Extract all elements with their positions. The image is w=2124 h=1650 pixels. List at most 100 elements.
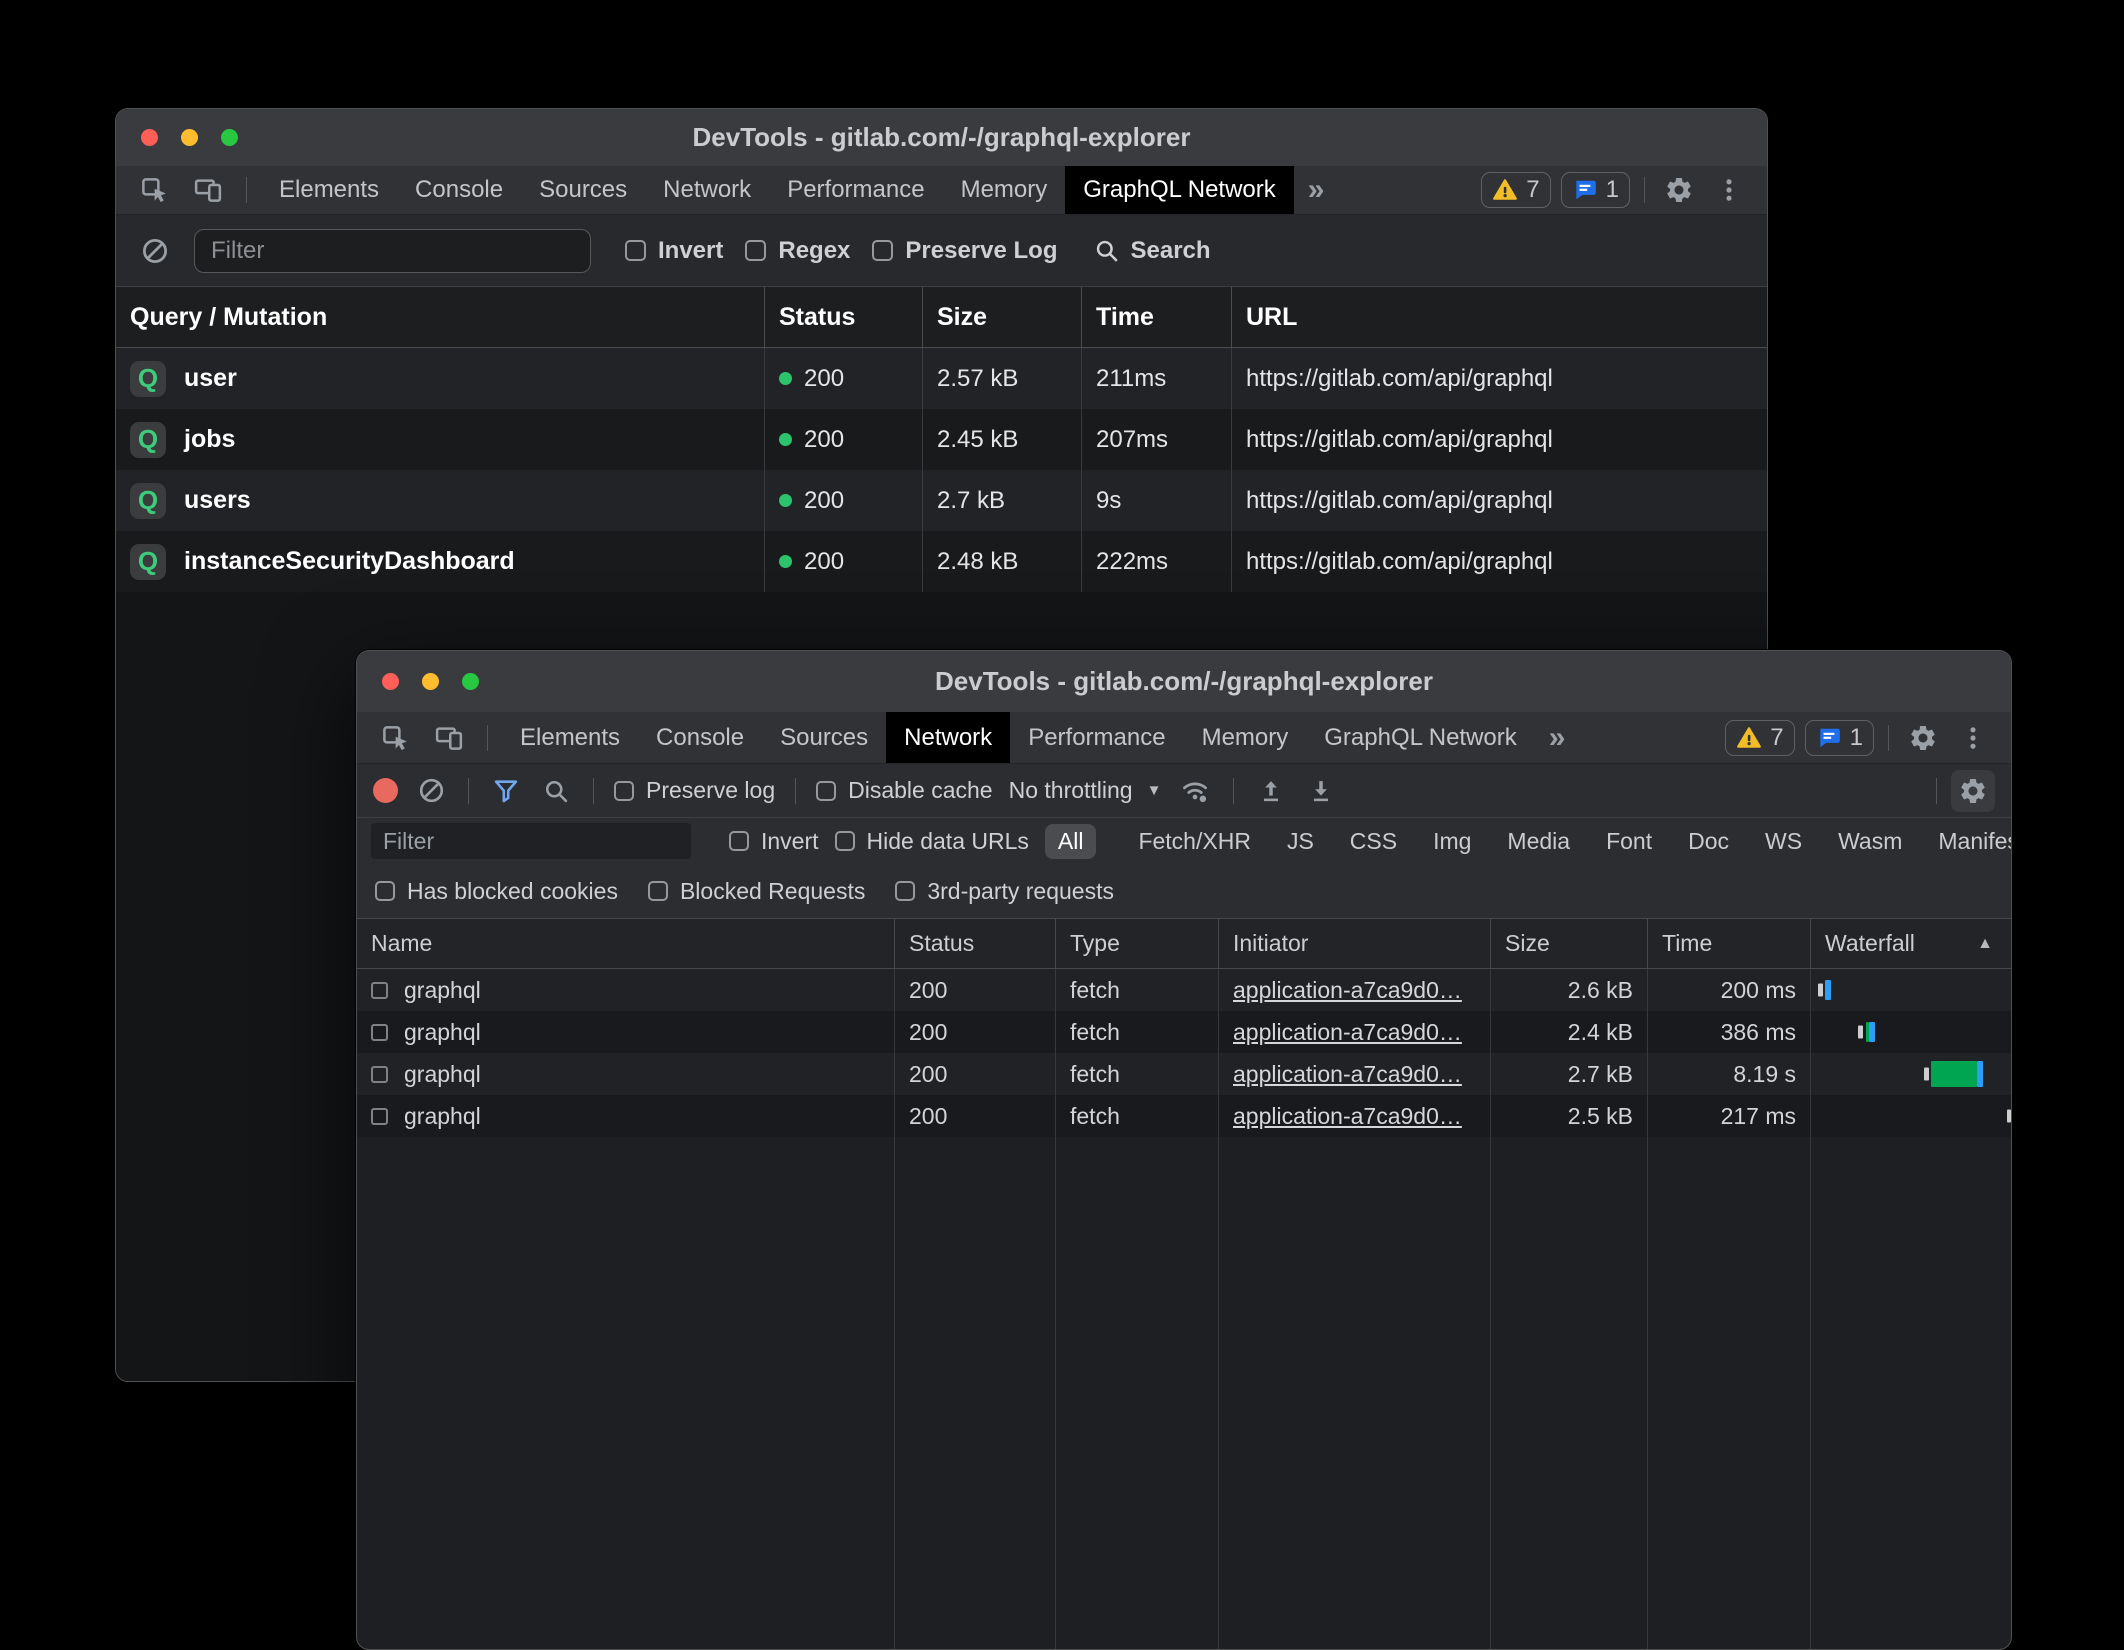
tab-network[interactable]: Network bbox=[886, 712, 1010, 763]
column-header-size[interactable]: Size bbox=[923, 287, 1082, 347]
titlebar[interactable]: DevTools - gitlab.com/-/graphql-explorer bbox=[116, 109, 1767, 166]
throttling-dropdown[interactable]: No throttling ▼ bbox=[1009, 777, 1162, 804]
column-header-type[interactable]: Type bbox=[1056, 919, 1219, 968]
tab-memory[interactable]: Memory bbox=[943, 166, 1066, 214]
invert-checkbox[interactable] bbox=[625, 240, 646, 261]
has-blocked-cookies-checkbox[interactable] bbox=[375, 881, 395, 901]
issues-badge[interactable]: 1 bbox=[1561, 172, 1630, 208]
tab-performance[interactable]: Performance bbox=[769, 166, 942, 214]
preserve-log-checkbox-group[interactable]: Preserve Log bbox=[872, 237, 1057, 265]
tab-network[interactable]: Network bbox=[645, 166, 769, 214]
issues-badge[interactable]: 1 bbox=[1805, 720, 1874, 756]
filter-input[interactable] bbox=[194, 229, 591, 273]
filter-chip-all[interactable]: All bbox=[1045, 824, 1097, 859]
close-window-button[interactable] bbox=[382, 673, 399, 690]
minimize-window-button[interactable] bbox=[181, 129, 198, 146]
settings-gear-icon[interactable] bbox=[1659, 171, 1699, 209]
has-blocked-cookies-checkbox-group[interactable]: Has blocked cookies bbox=[375, 878, 618, 905]
more-tabs-chevron-icon[interactable]: » bbox=[1294, 166, 1339, 214]
inspect-element-icon[interactable] bbox=[134, 171, 174, 209]
initiator-link[interactable]: application-a7ca9d0… bbox=[1233, 1019, 1462, 1046]
filter-chip-media[interactable]: Media bbox=[1497, 824, 1580, 859]
search-icon[interactable] bbox=[539, 772, 573, 810]
column-header-status[interactable]: Status bbox=[765, 287, 923, 347]
network-request-row[interactable]: graphql 200 fetch application-a7ca9d0… 2… bbox=[357, 969, 2011, 1011]
third-party-requests-checkbox-group[interactable]: 3rd-party requests bbox=[895, 878, 1114, 905]
zoom-window-button[interactable] bbox=[462, 673, 479, 690]
column-header-waterfall[interactable]: Waterfall ▲ bbox=[1811, 919, 2011, 968]
preserve-log-checkbox-group[interactable]: Preserve log bbox=[614, 777, 775, 804]
column-header-initiator[interactable]: Initiator bbox=[1219, 919, 1491, 968]
network-conditions-icon[interactable] bbox=[1177, 772, 1213, 810]
table-row[interactable]: Quser 200 2.57 kB 211ms https://gitlab.c… bbox=[116, 348, 1767, 409]
clear-network-log-icon[interactable] bbox=[414, 772, 448, 810]
tab-performance[interactable]: Performance bbox=[1010, 712, 1183, 763]
tab-console[interactable]: Console bbox=[638, 712, 762, 763]
inspect-element-icon[interactable] bbox=[375, 719, 415, 757]
column-header-time[interactable]: Time bbox=[1082, 287, 1232, 347]
third-party-requests-checkbox[interactable] bbox=[895, 881, 915, 901]
filter-chip-doc[interactable]: Doc bbox=[1678, 824, 1739, 859]
filter-chip-css[interactable]: CSS bbox=[1340, 824, 1407, 859]
initiator-link[interactable]: application-a7ca9d0… bbox=[1233, 977, 1462, 1004]
row-checkbox[interactable] bbox=[371, 982, 388, 999]
hide-data-urls-checkbox[interactable] bbox=[835, 831, 855, 851]
import-har-icon[interactable] bbox=[1254, 772, 1288, 810]
column-header-size[interactable]: Size bbox=[1491, 919, 1648, 968]
minimize-window-button[interactable] bbox=[422, 673, 439, 690]
column-header-url[interactable]: URL bbox=[1232, 287, 1767, 347]
invert-checkbox-group[interactable]: Invert bbox=[729, 828, 819, 855]
blocked-requests-checkbox-group[interactable]: Blocked Requests bbox=[648, 878, 865, 905]
column-header-time[interactable]: Time bbox=[1648, 919, 1811, 968]
device-toolbar-icon[interactable] bbox=[188, 171, 228, 209]
initiator-link[interactable]: application-a7ca9d0… bbox=[1233, 1061, 1462, 1088]
table-row[interactable]: QinstanceSecurityDashboard 200 2.48 kB 2… bbox=[116, 531, 1767, 592]
disable-cache-checkbox-group[interactable]: Disable cache bbox=[816, 777, 992, 804]
export-har-icon[interactable] bbox=[1304, 772, 1338, 810]
blocked-requests-checkbox[interactable] bbox=[648, 881, 668, 901]
kebab-menu-icon[interactable] bbox=[1953, 719, 1993, 757]
tab-sources[interactable]: Sources bbox=[762, 712, 886, 763]
invert-checkbox[interactable] bbox=[729, 831, 749, 851]
search-control[interactable]: Search bbox=[1093, 237, 1210, 265]
settings-gear-icon[interactable] bbox=[1903, 719, 1943, 757]
filter-funnel-icon[interactable] bbox=[489, 772, 523, 810]
tab-elements[interactable]: Elements bbox=[261, 166, 397, 214]
tab-elements[interactable]: Elements bbox=[502, 712, 638, 763]
invert-checkbox-group[interactable]: Invert bbox=[625, 237, 723, 265]
filter-chip-img[interactable]: Img bbox=[1423, 824, 1481, 859]
filter-chip-js[interactable]: JS bbox=[1277, 824, 1324, 859]
column-header-query-mutation[interactable]: Query / Mutation bbox=[116, 287, 765, 347]
hide-data-urls-checkbox-group[interactable]: Hide data URLs bbox=[835, 828, 1029, 855]
tab-memory[interactable]: Memory bbox=[1184, 712, 1307, 763]
tab-sources[interactable]: Sources bbox=[521, 166, 645, 214]
network-request-row[interactable]: graphql 200 fetch application-a7ca9d0… 2… bbox=[357, 1053, 2011, 1095]
disable-cache-checkbox[interactable] bbox=[816, 781, 836, 801]
column-header-status[interactable]: Status bbox=[895, 919, 1056, 968]
filter-chip-manifest[interactable]: Manifest bbox=[1928, 824, 2012, 859]
initiator-link[interactable]: application-a7ca9d0… bbox=[1233, 1103, 1462, 1130]
tab-graphql-network[interactable]: GraphQL Network bbox=[1065, 166, 1294, 214]
preserve-log-checkbox[interactable] bbox=[614, 781, 634, 801]
tab-console[interactable]: Console bbox=[397, 166, 521, 214]
tab-graphql-network[interactable]: GraphQL Network bbox=[1306, 712, 1535, 763]
network-settings-gear-icon[interactable] bbox=[1951, 770, 1995, 812]
close-window-button[interactable] bbox=[141, 129, 158, 146]
filter-chip-ws[interactable]: WS bbox=[1755, 824, 1812, 859]
warnings-badge[interactable]: 7 bbox=[1725, 720, 1794, 756]
zoom-window-button[interactable] bbox=[221, 129, 238, 146]
row-checkbox[interactable] bbox=[371, 1108, 388, 1125]
clear-block-icon[interactable] bbox=[138, 232, 172, 270]
regex-checkbox[interactable] bbox=[745, 240, 766, 261]
filter-chip-wasm[interactable]: Wasm bbox=[1828, 824, 1912, 859]
column-header-name[interactable]: Name bbox=[357, 919, 895, 968]
row-checkbox[interactable] bbox=[371, 1066, 388, 1083]
table-row[interactable]: Qusers 200 2.7 kB 9s https://gitlab.com/… bbox=[116, 470, 1767, 531]
row-checkbox[interactable] bbox=[371, 1024, 388, 1041]
titlebar[interactable]: DevTools - gitlab.com/-/graphql-explorer bbox=[357, 651, 2011, 712]
filter-chip-fetch-xhr[interactable]: Fetch/XHR bbox=[1128, 824, 1260, 859]
regex-checkbox-group[interactable]: Regex bbox=[745, 237, 850, 265]
more-tabs-chevron-icon[interactable]: » bbox=[1535, 712, 1580, 763]
warnings-badge[interactable]: 7 bbox=[1481, 172, 1550, 208]
table-row[interactable]: Qjobs 200 2.45 kB 207ms https://gitlab.c… bbox=[116, 409, 1767, 470]
